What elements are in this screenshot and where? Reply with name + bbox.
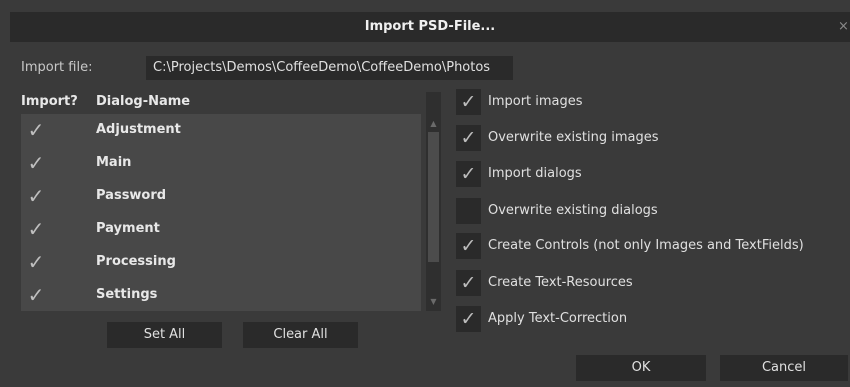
option-label: Overwrite existing dialogs bbox=[488, 203, 658, 218]
checkmark-icon[interactable]: ✓ bbox=[25, 283, 47, 307]
ok-button[interactable]: OK bbox=[576, 355, 706, 381]
option-import-images[interactable]: ✓ Import images bbox=[456, 89, 846, 115]
checkmark-icon[interactable]: ✓ bbox=[25, 250, 47, 274]
checkmark-icon[interactable]: ✓ bbox=[25, 184, 47, 208]
dialog-name: Processing bbox=[96, 254, 176, 269]
checkbox[interactable] bbox=[456, 198, 481, 224]
option-import-dialogs[interactable]: ✓ Import dialogs bbox=[456, 161, 846, 187]
column-header-import: Import? bbox=[21, 94, 78, 109]
checkbox[interactable]: ✓ bbox=[456, 306, 481, 332]
list-item[interactable]: ✓ Main bbox=[21, 147, 421, 180]
close-icon[interactable]: × bbox=[838, 18, 848, 36]
title-bar: Import PSD-File... × bbox=[10, 12, 850, 42]
option-create-text-resources[interactable]: ✓ Create Text-Resources bbox=[456, 270, 846, 296]
option-label: Overwrite existing images bbox=[488, 130, 659, 145]
dialog-name: Settings bbox=[96, 287, 158, 302]
checkbox[interactable]: ✓ bbox=[456, 270, 481, 296]
list-item[interactable]: ✓ Settings bbox=[21, 279, 421, 312]
scroll-down-icon[interactable]: ▼ bbox=[426, 296, 441, 308]
column-header-dialog-name: Dialog-Name bbox=[96, 94, 191, 109]
list-scrollbar[interactable]: ▲ ▼ bbox=[426, 92, 441, 311]
option-label: Import dialogs bbox=[488, 166, 582, 181]
checkbox[interactable]: ✓ bbox=[456, 125, 481, 151]
checkmark-icon[interactable]: ✓ bbox=[25, 118, 47, 142]
dialog-name: Payment bbox=[96, 221, 160, 236]
dialog-list-header: Import? Dialog-Name bbox=[21, 92, 421, 112]
dialog-name: Password bbox=[96, 188, 167, 203]
list-item[interactable]: ✓ Payment bbox=[21, 213, 421, 246]
list-item[interactable]: ✓ Adjustment bbox=[21, 114, 421, 147]
option-apply-text-correction[interactable]: ✓ Apply Text-Correction bbox=[456, 306, 846, 332]
dialog-title: Import PSD-File... bbox=[364, 19, 496, 34]
dialog-name: Main bbox=[96, 155, 132, 170]
option-label: Import images bbox=[488, 94, 583, 109]
option-overwrite-dialogs[interactable]: Overwrite existing dialogs bbox=[456, 198, 846, 224]
dialog-name: Adjustment bbox=[96, 122, 181, 137]
checkbox[interactable]: ✓ bbox=[456, 233, 481, 259]
set-all-button[interactable]: Set All bbox=[107, 322, 222, 348]
option-label: Create Controls (not only Images and Tex… bbox=[488, 238, 804, 253]
import-file-label: Import file: bbox=[21, 60, 93, 75]
scrollbar-thumb[interactable] bbox=[428, 132, 439, 262]
option-overwrite-images[interactable]: ✓ Overwrite existing images bbox=[456, 125, 846, 151]
checkmark-icon[interactable]: ✓ bbox=[25, 217, 47, 241]
list-item[interactable]: ✓ Processing bbox=[21, 246, 421, 279]
dialog-list: ✓ Adjustment ✓ Main ✓ Password ✓ Payment… bbox=[21, 114, 421, 311]
import-file-input[interactable]: C:\Projects\Demos\CoffeeDemo\CoffeeDemo\… bbox=[146, 56, 513, 80]
option-label: Apply Text-Correction bbox=[488, 311, 628, 326]
option-create-controls[interactable]: ✓ Create Controls (not only Images and T… bbox=[456, 233, 846, 259]
checkbox[interactable]: ✓ bbox=[456, 161, 481, 187]
import-psd-dialog: Import PSD-File... × Import file: C:\Pro… bbox=[0, 0, 850, 387]
scroll-up-icon[interactable]: ▲ bbox=[426, 118, 441, 130]
list-item[interactable]: ✓ Password bbox=[21, 180, 421, 213]
option-label: Create Text-Resources bbox=[488, 275, 633, 290]
clear-all-button[interactable]: Clear All bbox=[243, 322, 358, 348]
checkbox[interactable]: ✓ bbox=[456, 89, 481, 115]
cancel-button[interactable]: Cancel bbox=[720, 355, 848, 381]
checkmark-icon[interactable]: ✓ bbox=[25, 151, 47, 175]
